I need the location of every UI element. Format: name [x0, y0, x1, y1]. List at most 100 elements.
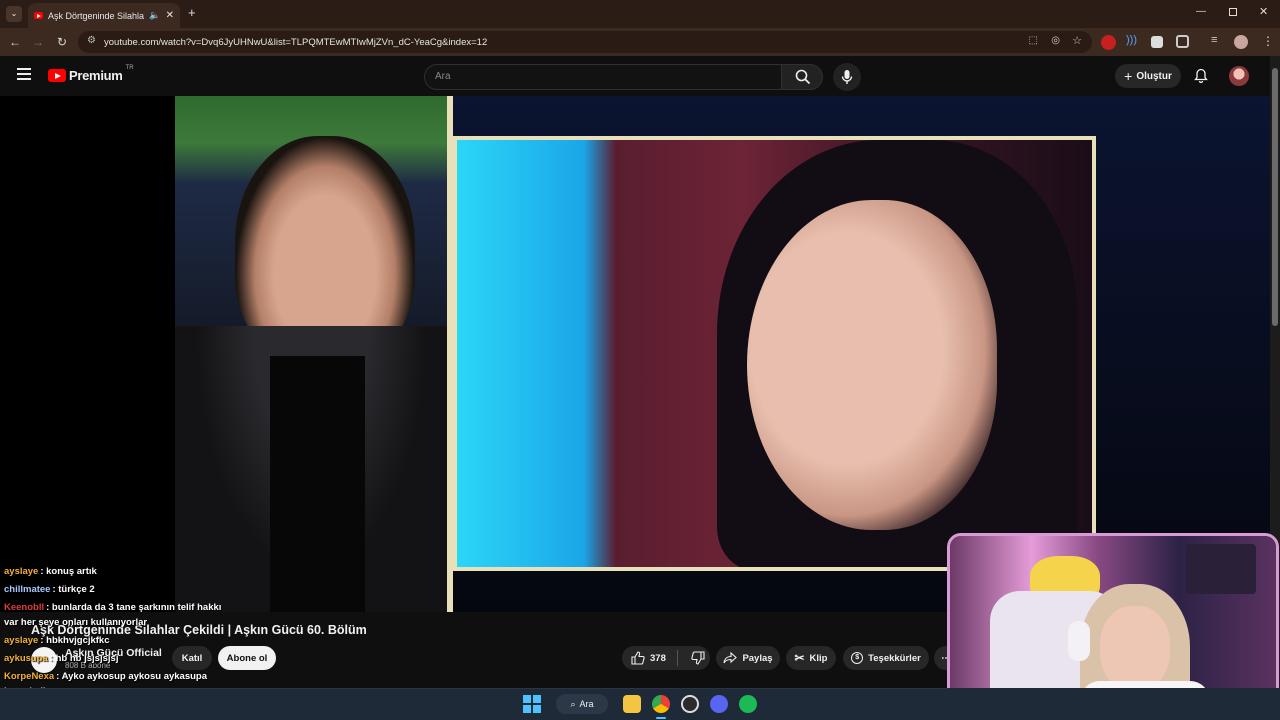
clip-button[interactable]: ✂ Klip [786, 646, 836, 670]
tab-list-dropdown-icon[interactable]: ⌄ [6, 6, 22, 22]
browser-tab-bar: ⌄ Aşk Dörtgeninde Silahlar Ç 🔈 ✕ + — ✕ [0, 0, 1280, 28]
tab-audio-icon[interactable]: 🔈 [149, 10, 160, 21]
extension-shield-icon[interactable] [1151, 36, 1163, 48]
chat-message: Keenobll: bunlarda da 3 tane şarkının te… [4, 602, 221, 613]
create-label: Oluştur [1136, 70, 1172, 82]
tab-title: Aşk Dörtgeninde Silahlar Ç [48, 10, 145, 21]
search-input[interactable]: Ara [424, 64, 782, 90]
reload-icon[interactable]: ↻ [53, 28, 71, 56]
chat-text: : konuş artık [40, 566, 97, 577]
windows-taskbar: ⌕ Ara [0, 688, 1280, 720]
address-url: youtube.com/watch?v=Dvq6JyUHNwU&list=TLP… [104, 36, 488, 48]
notifications-bell-icon[interactable] [1193, 68, 1209, 84]
extensions-puzzle-icon[interactable] [1176, 35, 1189, 48]
windows-start-icon[interactable] [523, 695, 541, 713]
thumbs-up-icon [631, 651, 645, 665]
like-divider [676, 650, 678, 666]
plus-icon: + [1124, 68, 1133, 84]
chat-username: Keenobll [4, 602, 45, 613]
browser-menu-icon[interactable]: ⋮ [1262, 34, 1274, 48]
chat-username: ayslaye [4, 635, 39, 646]
window-restore-icon[interactable] [1229, 8, 1237, 16]
profile-avatar-icon[interactable] [1234, 35, 1248, 49]
like-button[interactable]: 378 [631, 651, 666, 665]
chat-text: : hb hb jsjsjsjsj [49, 653, 119, 664]
chat-bottom-line [0, 688, 948, 689]
studio-shirt-shape [270, 356, 365, 612]
chat-username: ayslaye [4, 566, 39, 577]
streamer-face-shape [1100, 606, 1170, 691]
clip-label: Klip [809, 652, 828, 664]
bookmark-star-icon[interactable]: ☆ [1072, 34, 1082, 47]
site-info-icon[interactable]: ⚙ [87, 35, 96, 46]
youtube-play-icon [48, 69, 66, 82]
thanks-label: Teşekkürler [868, 652, 921, 664]
share-icon [723, 652, 738, 664]
search-icon [795, 69, 811, 85]
chat-message: ayslaye: hbkhvjgcjkfkc [4, 635, 110, 646]
webcam-shelf-shape [1186, 544, 1256, 594]
back-arrow-icon[interactable]: ← [6, 28, 24, 56]
scissors-icon: ✂ [794, 651, 805, 665]
thanks-heart-icon: $ [851, 652, 864, 664]
account-avatar[interactable] [1229, 66, 1249, 86]
woman-face-shape [747, 200, 997, 530]
like-dislike-group: 378 [622, 646, 710, 670]
video-frame-left-panel [175, 96, 447, 612]
thanks-button[interactable]: $ Teşekkürler [843, 646, 929, 670]
window-minimize-icon[interactable]: — [1196, 6, 1206, 17]
taskbar-search-icon: ⌕ [570, 698, 576, 709]
forward-arrow-icon[interactable]: → [29, 28, 47, 56]
tab-close-icon[interactable]: ✕ [166, 10, 174, 21]
chat-text: : türkçe 2 [52, 584, 95, 595]
extension-audio-icon[interactable]: ))) [1126, 34, 1137, 46]
chat-username: aykusupa [4, 653, 48, 664]
file-explorer-icon[interactable] [623, 695, 641, 713]
youtube-logo[interactable]: Premium TR [48, 65, 134, 83]
youtube-favicon-icon [34, 12, 43, 19]
taskbar-search[interactable]: ⌕ Ara [556, 694, 608, 714]
chat-message: KorpeNexa: Ayko aykosup aykosu aykasupa [4, 671, 207, 682]
reading-list-icon[interactable]: ≡ [1211, 34, 1217, 46]
like-count: 378 [650, 652, 666, 664]
create-button[interactable]: + Oluştur [1115, 64, 1181, 88]
chat-text: : bunlarda da 3 tane şarkının telif hakk… [46, 602, 222, 613]
obs-icon[interactable] [681, 695, 699, 713]
video-frame-right-panel [453, 136, 1096, 571]
extension-red-icon[interactable] [1101, 35, 1116, 50]
country-code: TR [125, 65, 134, 71]
share-button[interactable]: Paylaş [716, 646, 780, 670]
chat-text: : Ayko aykosup aykosu aykasupa [56, 671, 208, 682]
taskbar-search-label: Ara [579, 699, 594, 709]
install-app-icon[interactable]: ⬚ [1029, 35, 1038, 46]
browser-toolbar: ← → ↻ ⚙ youtube.com/watch?v=Dvq6JyUHNwU&… [0, 28, 1280, 56]
chrome-active-indicator [656, 717, 666, 719]
share-label: Paylaş [742, 652, 773, 664]
chat-message: var her şeye onları kullanıyorlar [4, 617, 147, 628]
youtube-header: Premium TR Ara + Oluştur [0, 56, 1280, 96]
chat-username: KorpeNexa [4, 671, 55, 682]
headphones-shape [1068, 621, 1090, 661]
chat-message: chillmatee: türkçe 2 [4, 584, 95, 595]
voice-search-button[interactable] [833, 63, 861, 91]
chrome-icon[interactable] [652, 695, 670, 713]
thumbs-down-icon[interactable] [691, 651, 705, 665]
search-button[interactable] [781, 64, 823, 90]
join-button[interactable]: Katıl [172, 646, 212, 670]
chat-message: aykusupa: hb hb jsjsjsjsj [4, 653, 118, 664]
chat-text: : hbkhvjgcjkfkc [40, 635, 110, 646]
window-close-icon[interactable]: ✕ [1259, 5, 1268, 18]
chat-username: chillmatee [4, 584, 51, 595]
subscribe-button[interactable]: Abone ol [218, 646, 276, 670]
address-bar[interactable]: ⚙ youtube.com/watch?v=Dvq6JyUHNwU&list=T… [78, 31, 1092, 53]
chat-text: var her şeye onları kullanıyorlar [4, 617, 148, 628]
new-tab-button[interactable]: + [188, 5, 196, 20]
eye-off-icon[interactable]: ◎ [1051, 35, 1060, 46]
browser-tab-active[interactable]: Aşk Dörtgeninde Silahlar Ç 🔈 ✕ [28, 3, 180, 28]
logo-text: Premium [69, 68, 123, 83]
microphone-icon [841, 70, 853, 84]
hamburger-menu-icon[interactable] [17, 68, 31, 80]
scrollbar-thumb[interactable] [1272, 68, 1278, 326]
spotify-icon[interactable] [739, 695, 757, 713]
discord-icon[interactable] [710, 695, 728, 713]
